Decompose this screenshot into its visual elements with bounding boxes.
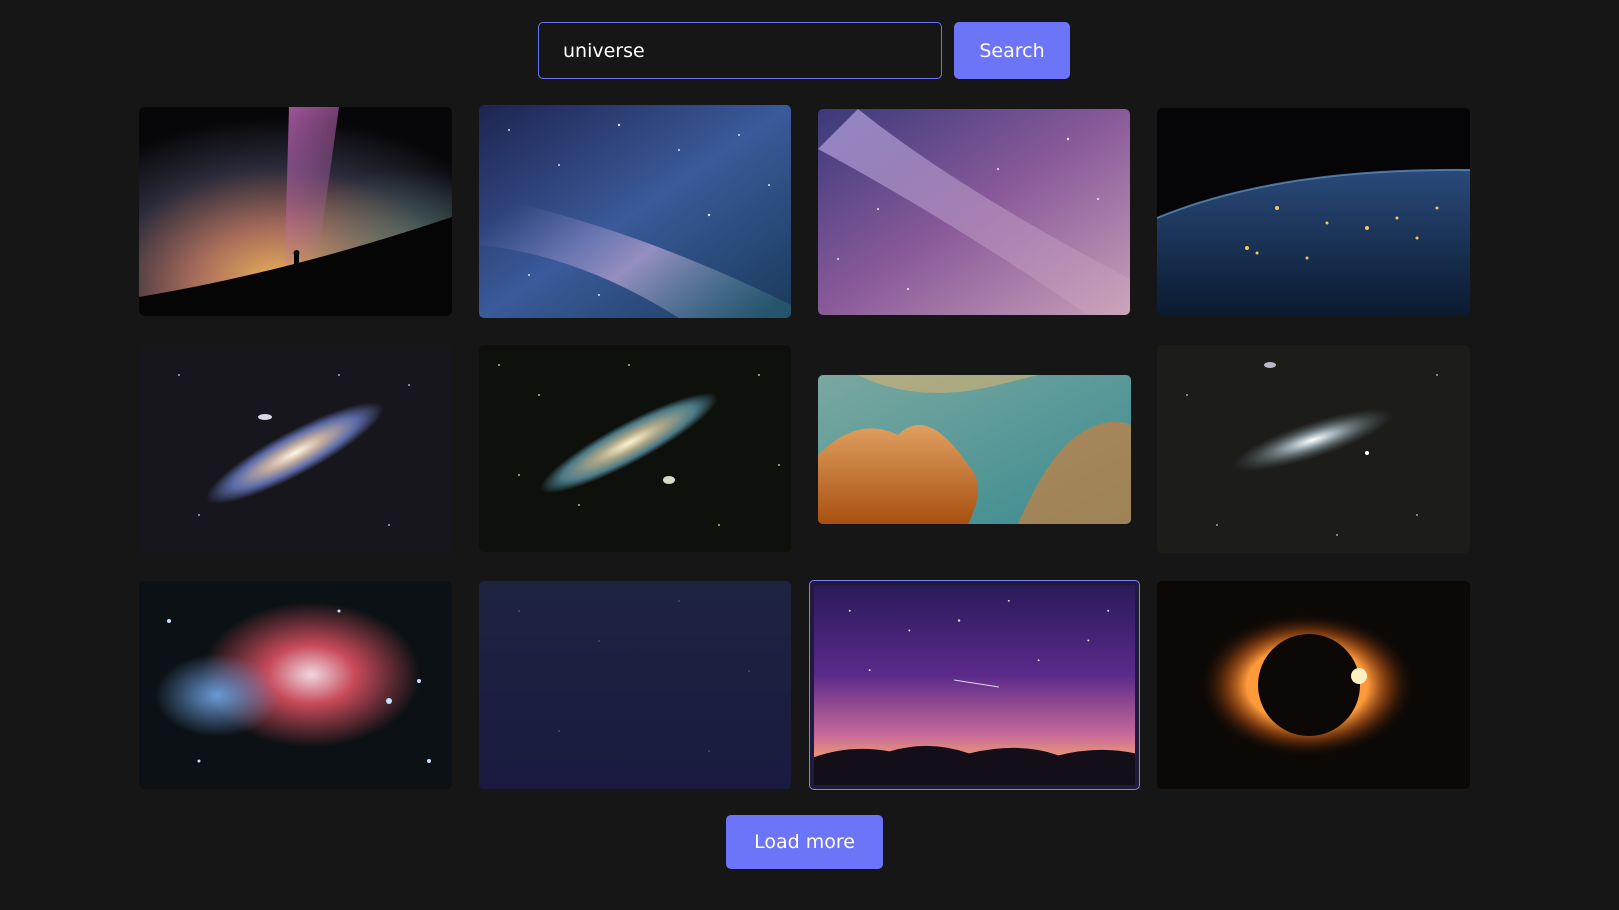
gallery-image-solar-eclipse[interactable] bbox=[1157, 581, 1470, 789]
search-input[interactable] bbox=[538, 22, 942, 79]
gallery-image-andromeda-galaxy-starfield[interactable] bbox=[479, 345, 791, 552]
image-gallery bbox=[0, 0, 1619, 910]
gallery-image-galaxy-dark[interactable] bbox=[1157, 345, 1470, 553]
load-more-button[interactable]: Load more bbox=[726, 815, 883, 869]
search-button[interactable]: Search bbox=[954, 22, 1070, 79]
gallery-image-orion-nebula[interactable] bbox=[139, 581, 452, 789]
gallery-image-purple-milky-way[interactable] bbox=[818, 109, 1130, 315]
gallery-image-dark-blue-night-sky[interactable] bbox=[479, 581, 791, 789]
gallery-image-andromeda-galaxy[interactable] bbox=[139, 345, 452, 553]
search-bar: Search bbox=[538, 22, 1070, 79]
gallery-image-earth-night-lights[interactable] bbox=[1157, 108, 1470, 316]
gallery-image-blue-milky-way[interactable] bbox=[479, 105, 791, 318]
gallery-image-purple-sky-shooting-star[interactable] bbox=[809, 580, 1140, 790]
gallery-image-milky-way-silhouette[interactable] bbox=[139, 107, 452, 316]
gallery-image-orange-teal-nebula[interactable] bbox=[818, 375, 1131, 524]
